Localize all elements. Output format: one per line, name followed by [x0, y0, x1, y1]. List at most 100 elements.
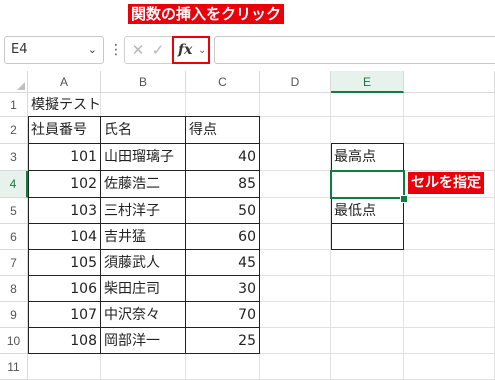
cell-c9[interactable]: 70 [186, 302, 260, 328]
cell-a8[interactable]: 106 [28, 276, 101, 302]
cell-a2-header-id[interactable]: 社員番号 [28, 117, 101, 144]
cell-c10[interactable]: 25 [186, 328, 260, 354]
cell-c7[interactable]: 45 [186, 250, 260, 276]
row-header-9[interactable]: 9 [0, 302, 28, 328]
row-header-8[interactable]: 8 [0, 276, 28, 302]
cancel-icon[interactable]: ✕ [129, 40, 147, 60]
grid-cell[interactable] [404, 250, 495, 276]
cell-a5[interactable]: 103 [28, 198, 101, 224]
grid-cell[interactable] [404, 93, 495, 117]
row-header-3[interactable]: 3 [0, 144, 28, 171]
cell-a10[interactable]: 108 [28, 328, 101, 354]
cell-e3-max-label[interactable]: 最高点 [331, 144, 404, 171]
formula-input[interactable] [214, 36, 495, 64]
grid-cell[interactable] [260, 144, 331, 171]
row-header-7[interactable]: 7 [0, 250, 28, 276]
grid-cell[interactable] [331, 276, 404, 302]
row-header-2[interactable]: 2 [0, 117, 28, 144]
column-header-f[interactable] [404, 71, 495, 93]
table-border [28, 223, 260, 224]
table-border [100, 116, 101, 354]
table-border [28, 327, 260, 328]
cell-b2-header-name[interactable]: 氏名 [101, 117, 186, 144]
enter-icon[interactable]: ✓ [149, 40, 167, 60]
fill-handle[interactable] [400, 195, 408, 203]
table-border [28, 249, 260, 250]
column-header-e[interactable]: E [331, 71, 404, 93]
grid-cell[interactable] [101, 354, 186, 380]
grid-cell[interactable] [404, 276, 495, 302]
grid-cell[interactable] [101, 93, 186, 117]
grid-cell[interactable] [404, 354, 495, 380]
grid-cell[interactable] [404, 302, 495, 328]
grid-cell[interactable] [260, 224, 331, 250]
grid-cell[interactable] [331, 93, 404, 117]
cell-a6[interactable]: 104 [28, 224, 101, 250]
grid-cell[interactable] [260, 117, 331, 144]
row-header-10[interactable]: 10 [0, 328, 28, 354]
grid-cell[interactable] [260, 171, 331, 198]
cell-b10[interactable]: 岡部洋一 [101, 328, 186, 354]
row-header-6[interactable]: 6 [0, 224, 28, 250]
grid-cell[interactable] [260, 302, 331, 328]
grid-cell[interactable] [404, 117, 495, 144]
column-header-d[interactable]: D [260, 71, 331, 93]
chevron-down-icon[interactable]: ⌄ [198, 41, 206, 61]
grid-cell[interactable] [28, 354, 101, 380]
grid-cell[interactable] [260, 250, 331, 276]
row-header-5[interactable]: 5 [0, 198, 28, 224]
name-box[interactable]: E4 ⌄ [4, 36, 104, 64]
grid-cell[interactable] [260, 198, 331, 224]
grid-cell[interactable] [186, 93, 260, 117]
grid-cell[interactable] [404, 224, 495, 250]
grid-cell[interactable] [404, 171, 495, 198]
cell-b6[interactable]: 吉井猛 [101, 224, 186, 250]
active-cell-selection[interactable] [330, 170, 405, 199]
grid-cell[interactable] [404, 328, 495, 354]
column-header-c[interactable]: C [186, 71, 260, 93]
row-header-11[interactable]: 11 [0, 354, 28, 380]
cell-a3[interactable]: 101 [28, 144, 101, 171]
cell-e5-min-label[interactable]: 最低点 [331, 198, 404, 224]
grid-cell[interactable] [331, 328, 404, 354]
cell-b7[interactable]: 須藤武人 [101, 250, 186, 276]
more-options-icon[interactable]: ⋮ [109, 36, 123, 64]
chevron-down-icon[interactable]: ⌄ [88, 37, 97, 63]
column-header-a[interactable]: A [28, 71, 101, 93]
table-border [28, 275, 260, 276]
cell-b3[interactable]: 山田瑠璃子 [101, 144, 186, 171]
grid-cell[interactable] [186, 354, 260, 380]
grid-cell[interactable] [404, 198, 495, 224]
cell-b5[interactable]: 三村洋子 [101, 198, 186, 224]
cell-c6[interactable]: 60 [186, 224, 260, 250]
grid-cell[interactable] [260, 276, 331, 302]
grid-cell[interactable] [331, 302, 404, 328]
grid-cell[interactable] [260, 354, 331, 380]
grid-cell[interactable] [331, 117, 404, 144]
cell-c3[interactable]: 40 [186, 144, 260, 171]
grid-cell[interactable] [260, 328, 331, 354]
grid-cell[interactable] [331, 250, 404, 276]
cell-b4[interactable]: 佐藤浩二 [101, 171, 186, 198]
cell-b9[interactable]: 中沢奈々 [101, 302, 186, 328]
row-header-4[interactable]: 4 [0, 171, 28, 198]
select-all-button[interactable] [0, 71, 28, 93]
cell-e6-min-value[interactable] [331, 224, 404, 250]
cell-a9[interactable]: 107 [28, 302, 101, 328]
cell-a4[interactable]: 102 [28, 171, 101, 198]
fx-icon: fx [178, 42, 193, 58]
column-header-b[interactable]: B [101, 71, 186, 93]
cell-b8[interactable]: 柴田庄司 [101, 276, 186, 302]
table-border [28, 116, 29, 354]
cell-c2-header-score[interactable]: 得点 [186, 117, 260, 144]
grid-cell[interactable] [404, 144, 495, 171]
row-header-1[interactable]: 1 [0, 93, 28, 117]
grid-cell[interactable] [331, 354, 404, 380]
insert-function-button[interactable]: fx ⌄ [172, 36, 210, 64]
cell-c4[interactable]: 85 [186, 171, 260, 198]
cell-c8[interactable]: 30 [186, 276, 260, 302]
cell-a7[interactable]: 105 [28, 250, 101, 276]
cell-a1[interactable]: 模擬テスト [28, 93, 101, 117]
grid-cell[interactable] [260, 93, 331, 117]
cell-c5[interactable]: 50 [186, 198, 260, 224]
